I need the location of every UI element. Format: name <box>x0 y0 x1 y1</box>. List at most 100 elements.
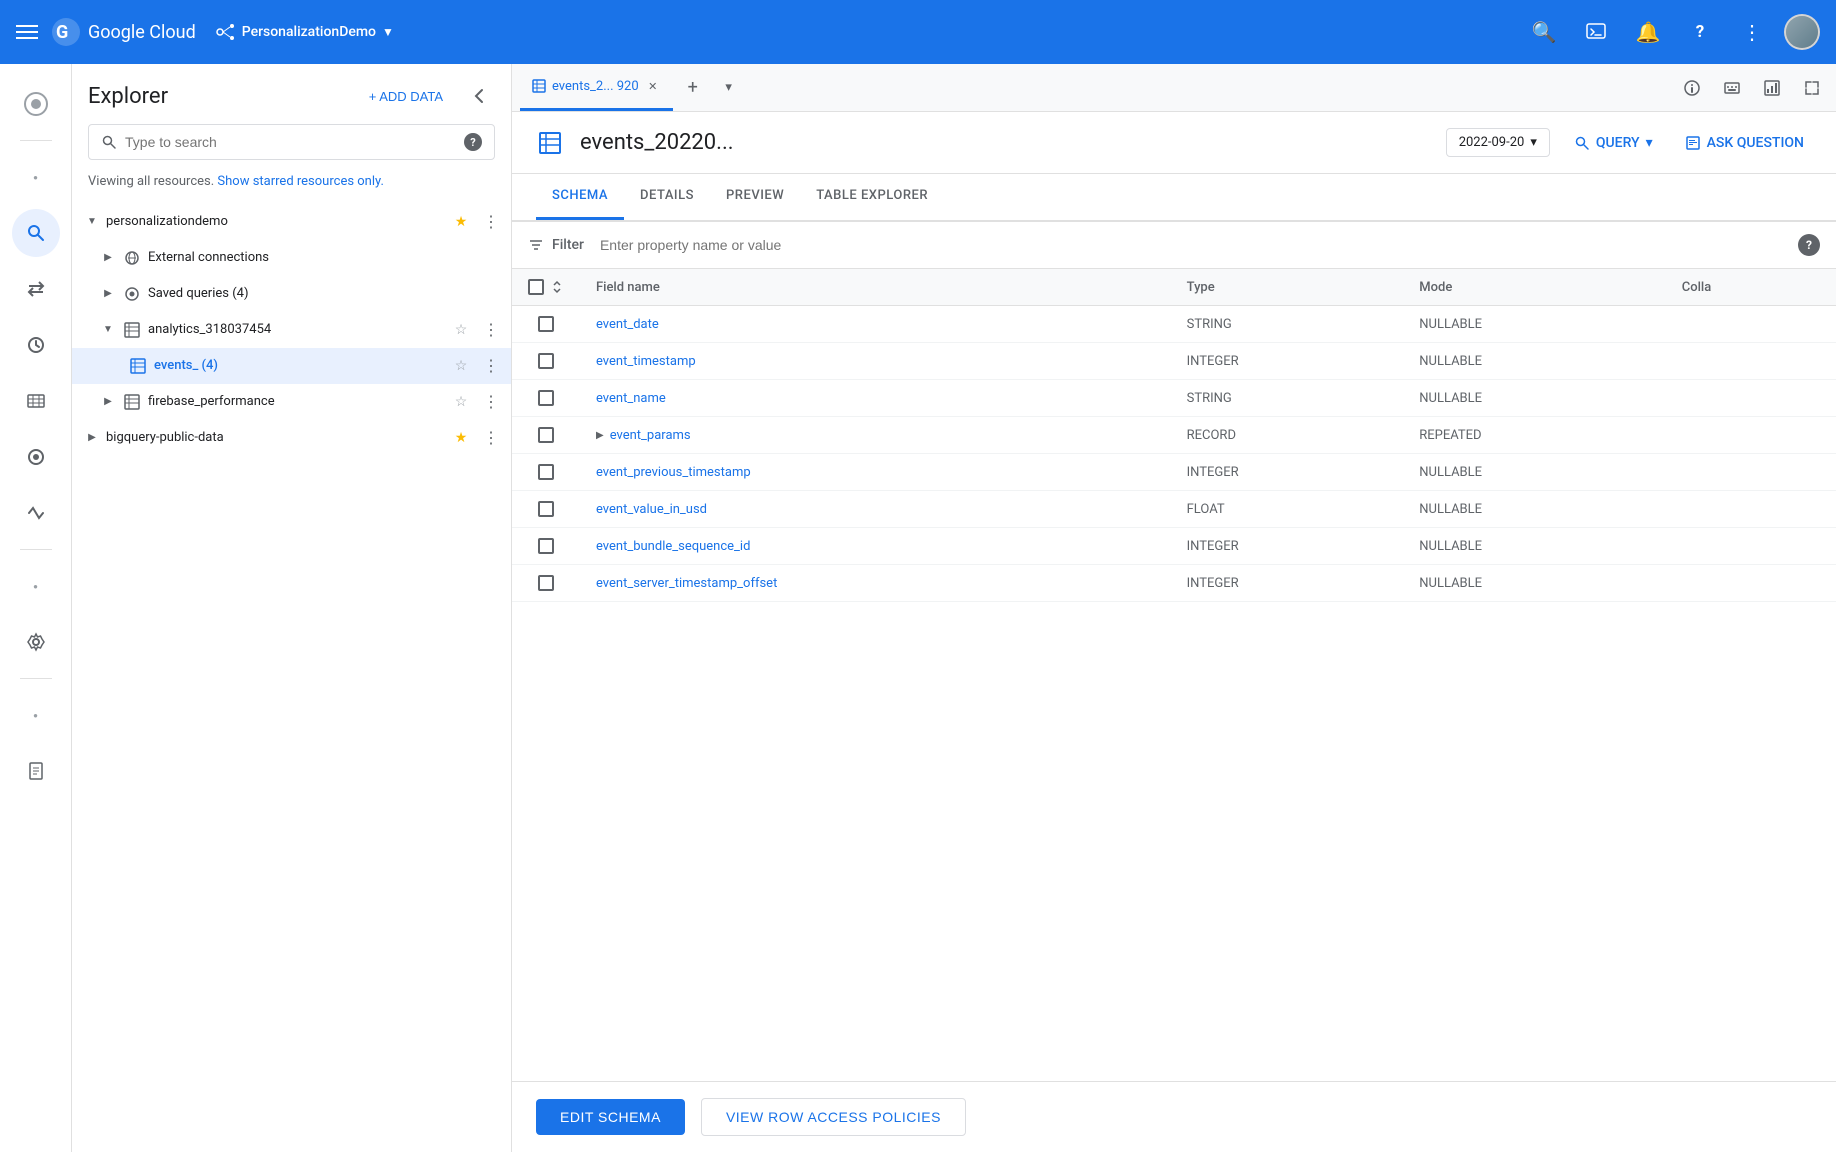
google-cloud-logo[interactable]: G Google Cloud <box>50 16 196 48</box>
tree-more-events[interactable]: ⋮ <box>479 354 503 378</box>
row-checkbox-event-name[interactable] <box>538 390 554 406</box>
search-box: ? <box>88 124 495 160</box>
tree-label-saved: Saved queries (4) <box>148 286 503 301</box>
row-checkbox-event-value[interactable] <box>538 501 554 517</box>
sidebar-item-document[interactable] <box>12 747 60 795</box>
sidebar-item-dot3[interactable]: ● <box>12 691 60 739</box>
row-checkbox-event-server-ts[interactable] <box>538 575 554 591</box>
tab-dropdown-button[interactable]: ▾ <box>713 72 745 104</box>
project-network-icon <box>216 22 236 42</box>
sidebar-item-dot2[interactable]: ● <box>12 562 60 610</box>
row-checkbox-event-params[interactable] <box>538 427 554 443</box>
field-event-timestamp[interactable]: event_timestamp <box>596 354 696 369</box>
keyboard-action-icon[interactable] <box>1716 72 1748 104</box>
sidebar-item-chart[interactable] <box>12 377 60 425</box>
mode-event-bundle: NULLABLE <box>1403 528 1665 565</box>
inner-tabs: SCHEMA DETAILS PREVIEW TABLE EXPLORER <box>512 174 1836 222</box>
search-input[interactable] <box>125 134 456 150</box>
tree-item-bigquery-public[interactable]: ▶ bigquery-public-data ★ ⋮ <box>72 420 511 456</box>
sidebar-item-dot[interactable]: ● <box>12 153 60 201</box>
tree-star-analytics[interactable]: ☆ <box>449 318 473 342</box>
tab-preview[interactable]: PREVIEW <box>710 174 800 220</box>
expand-action-icon[interactable] <box>1796 72 1828 104</box>
tab-table-icon <box>532 79 546 93</box>
tree-star-bigquery[interactable]: ★ <box>449 426 473 450</box>
cloud-logo-icon: G <box>50 16 82 48</box>
sidebar-item-logo[interactable] <box>12 80 60 128</box>
collation-event-date <box>1666 306 1836 343</box>
collapse-panel-button[interactable] <box>463 80 495 112</box>
row-checkbox-event-bundle[interactable] <box>538 538 554 554</box>
date-value: 2022-09-20 <box>1459 135 1525 150</box>
field-event-bundle[interactable]: event_bundle_sequence_id <box>596 539 750 554</box>
project-selector[interactable]: PersonalizationDemo ▼ <box>216 22 394 42</box>
tree-star-firebase[interactable]: ☆ <box>449 390 473 414</box>
help-nav-icon[interactable]: ? <box>1680 12 1720 52</box>
collation-event-value <box>1666 491 1836 528</box>
tree-item-personalizationdemo[interactable]: ▼ personalizationdemo ★ ⋮ <box>72 204 511 240</box>
row-checkbox-event-prev-ts[interactable] <box>538 464 554 480</box>
search-help-icon[interactable]: ? <box>464 133 482 151</box>
main-layout: ● ● ● Explorer + AD <box>0 64 1836 1152</box>
tab-add-button[interactable]: + <box>677 72 709 104</box>
notifications-icon[interactable]: 🔔 <box>1628 12 1668 52</box>
table-header-icon <box>536 129 564 157</box>
tree-more-personalizationdemo[interactable]: ⋮ <box>479 210 503 234</box>
tab-schema[interactable]: SCHEMA <box>536 174 624 220</box>
table-row: event_timestamp INTEGER NULLABLE <box>512 343 1836 380</box>
tree-item-saved-queries[interactable]: ▶ Saved queries (4) <box>72 276 511 312</box>
filter-help-icon[interactable]: ? <box>1798 234 1820 256</box>
search-nav-icon[interactable]: 🔍 <box>1524 12 1564 52</box>
sidebar-item-settings[interactable] <box>12 618 60 666</box>
select-all-checkbox[interactable] <box>528 279 544 295</box>
field-event-prev-ts[interactable]: event_previous_timestamp <box>596 465 751 480</box>
tree-icon-external <box>122 248 142 268</box>
view-access-button[interactable]: VIEW ROW ACCESS POLICIES <box>701 1098 966 1136</box>
field-event-params[interactable]: event_params <box>610 428 691 443</box>
tab-actions <box>1676 72 1828 104</box>
field-event-name[interactable]: event_name <box>596 391 666 406</box>
tree-star-events[interactable]: ☆ <box>449 354 473 378</box>
info-action-icon[interactable] <box>1676 72 1708 104</box>
chart-action-icon[interactable] <box>1756 72 1788 104</box>
tree-item-analytics-dataset[interactable]: ▼ analytics_318037454 ☆ ⋮ <box>72 312 511 348</box>
collation-event-server-ts <box>1666 565 1836 602</box>
field-event-value[interactable]: event_value_in_usd <box>596 502 707 517</box>
user-avatar[interactable] <box>1784 14 1820 50</box>
tab-details[interactable]: DETAILS <box>624 174 710 220</box>
ask-question-label: ASK QUESTION <box>1707 135 1804 151</box>
ask-question-button[interactable]: ASK QUESTION <box>1677 129 1812 157</box>
sidebar-item-pipeline[interactable] <box>12 489 60 537</box>
hamburger-menu[interactable] <box>16 25 38 39</box>
edit-schema-button[interactable]: EDIT SCHEMA <box>536 1099 685 1135</box>
tree-more-bigquery[interactable]: ⋮ <box>479 426 503 450</box>
query-button[interactable]: QUERY ▾ <box>1566 129 1661 157</box>
sidebar-item-history[interactable] <box>12 321 60 369</box>
tab-close-button[interactable]: ✕ <box>645 78 661 94</box>
tree-more-firebase[interactable]: ⋮ <box>479 390 503 414</box>
field-event-server-ts[interactable]: event_server_timestamp_offset <box>596 576 777 591</box>
tree-item-firebase[interactable]: ▶ firebase_performance ☆ ⋮ <box>72 384 511 420</box>
more-nav-icon[interactable]: ⋮ <box>1732 12 1772 52</box>
date-selector[interactable]: 2022-09-20 ▾ <box>1446 128 1550 157</box>
sidebar-divider-2 <box>20 549 52 550</box>
add-data-button[interactable]: + ADD DATA <box>361 83 451 110</box>
row-checkbox-event-timestamp[interactable] <box>538 353 554 369</box>
tree-item-events[interactable]: events_ (4) ☆ ⋮ <box>72 348 511 384</box>
show-starred-link[interactable]: Show starred resources only. <box>217 174 384 189</box>
type-event-params: RECORD <box>1171 417 1404 454</box>
row-checkbox-event-date[interactable] <box>538 316 554 332</box>
sidebar-item-analytics[interactable] <box>12 433 60 481</box>
sidebar-item-transfer[interactable] <box>12 265 60 313</box>
sidebar-item-search[interactable] <box>12 209 60 257</box>
tree-star-personalizationdemo[interactable]: ★ <box>449 210 473 234</box>
tree-item-external-connections[interactable]: ▶ External connections <box>72 240 511 276</box>
filter-icon <box>528 237 544 253</box>
expand-arrow-event-params[interactable]: ▶ <box>596 430 604 441</box>
tab-events[interactable]: events_2... 920 ✕ <box>520 64 673 111</box>
filter-input[interactable] <box>600 237 1790 253</box>
field-event-date[interactable]: event_date <box>596 317 659 332</box>
tab-table-explorer[interactable]: TABLE EXPLORER <box>800 174 944 220</box>
tree-more-analytics[interactable]: ⋮ <box>479 318 503 342</box>
terminal-nav-icon[interactable] <box>1576 12 1616 52</box>
